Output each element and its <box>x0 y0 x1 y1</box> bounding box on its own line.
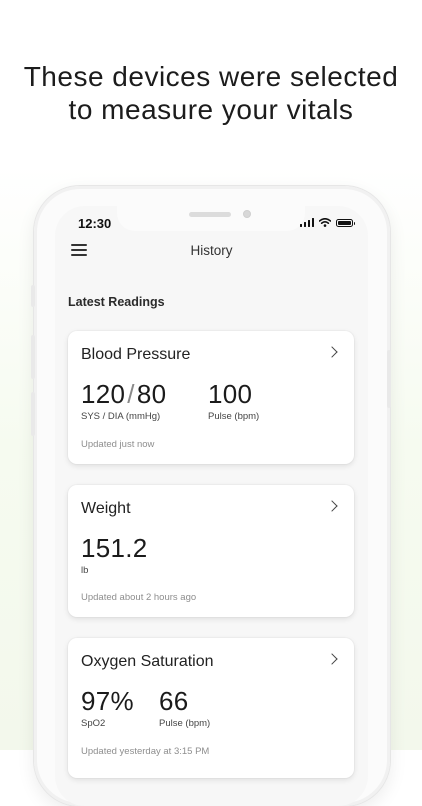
screen-title: History <box>190 243 233 258</box>
cellular-signal-icon <box>299 218 314 227</box>
updated-timestamp: Updated just now <box>81 439 155 450</box>
spo2-label: SpO2 <box>81 718 106 729</box>
status-icons <box>299 218 355 227</box>
weight-unit-label: lb <box>81 565 89 576</box>
diastolic-value: 80 <box>136 379 167 409</box>
updated-timestamp: Updated about 2 hours ago <box>81 592 197 603</box>
phone-volume-down-button <box>31 392 35 436</box>
pulse-value: 66 <box>159 686 189 716</box>
spo2-value: 97% <box>81 686 134 716</box>
speaker-grille <box>189 212 231 217</box>
chevron-right-icon[interactable] <box>326 346 338 358</box>
app-screen: 12:30 History Latest Readings Blood Pres… <box>55 206 368 806</box>
pulse-label: Pulse (bpm) <box>208 411 260 422</box>
card-title: Blood Pressure <box>81 346 191 363</box>
phone-notch <box>117 206 305 231</box>
chevron-right-icon[interactable] <box>326 653 338 665</box>
weight-card[interactable]: Weight 151.2 lb Updated about 2 hours ag… <box>68 485 354 617</box>
bp-reading: 120/80 <box>81 379 166 410</box>
phone-side-button <box>31 285 35 307</box>
battery-icon <box>336 218 355 227</box>
bp-label: SYS / DIA (mmHg) <box>81 411 161 422</box>
systolic-value: 120 <box>81 379 126 409</box>
phone-power-button <box>387 350 391 408</box>
bp-separator: / <box>127 379 135 409</box>
weight-value: 151.2 <box>81 533 148 563</box>
section-title: Latest Readings <box>68 295 165 309</box>
blood-pressure-card[interactable]: Blood Pressure 120/80 SYS / DIA (mmHg) 1… <box>68 331 354 464</box>
promo-headline: These devices were selected to measure y… <box>0 60 422 126</box>
front-camera <box>243 210 251 218</box>
updated-timestamp: Updated yesterday at 3:15 PM <box>81 746 210 757</box>
promo-headline-line2: to measure your vitals <box>68 94 354 125</box>
card-title: Oxygen Saturation <box>81 653 214 670</box>
wifi-icon <box>319 218 331 227</box>
pulse-label: Pulse (bpm) <box>159 718 211 729</box>
promo-headline-line1: These devices were selected <box>23 61 399 92</box>
status-time: 12:30 <box>78 216 112 231</box>
pulse-value: 100 <box>208 379 253 409</box>
card-title: Weight <box>81 500 131 517</box>
phone-volume-up-button <box>31 335 35 379</box>
oxygen-saturation-card[interactable]: Oxygen Saturation 97% SpO2 66 Pulse (bpm… <box>68 638 354 778</box>
chevron-right-icon[interactable] <box>326 500 338 512</box>
